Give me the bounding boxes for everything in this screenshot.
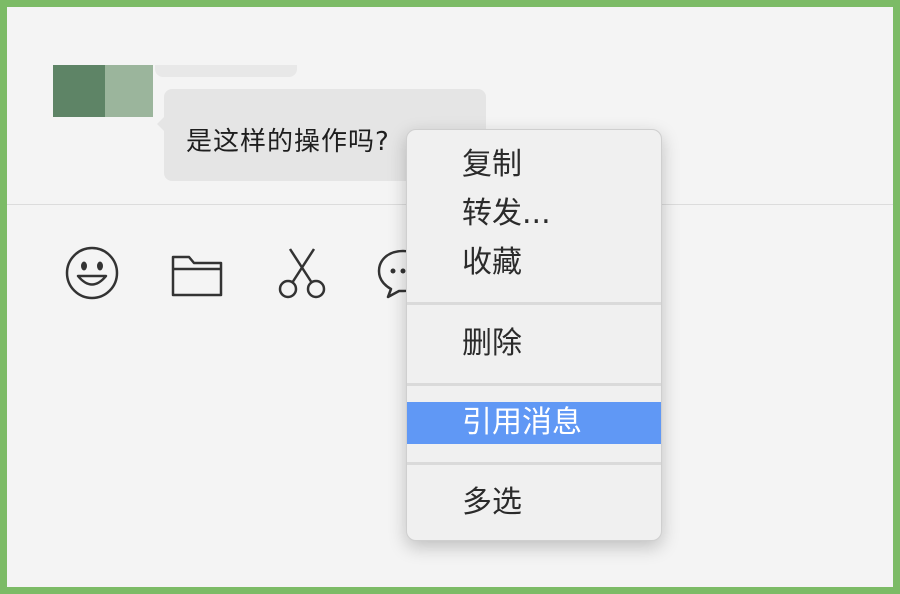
folder-icon[interactable] xyxy=(167,243,227,303)
avatar-block-dark xyxy=(53,65,105,117)
menu-item-label: 收藏 xyxy=(462,245,522,280)
menu-item-label: 删除 xyxy=(462,326,522,361)
emoji-icon[interactable] xyxy=(62,243,122,303)
avatar[interactable] xyxy=(53,65,153,117)
avatar-block-light xyxy=(105,65,153,117)
menu-item-quote-message[interactable]: 引用消息 xyxy=(407,402,661,444)
menu-item-label: 多选 xyxy=(462,485,522,520)
menu-item-label: 复制 xyxy=(462,147,522,182)
menu-separator xyxy=(407,462,661,465)
menu-item-favorite[interactable]: 收藏 xyxy=(407,242,661,284)
menu-separator xyxy=(407,383,661,386)
menu-item-label: 转发... xyxy=(462,196,551,231)
menu-item-label: 引用消息 xyxy=(462,405,582,440)
scissors-icon[interactable] xyxy=(272,243,332,303)
message-text: 是这样的操作吗? xyxy=(186,127,390,157)
sender-name-placeholder xyxy=(155,65,297,77)
menu-item-delete[interactable]: 删除 xyxy=(407,323,661,365)
menu-item-copy[interactable]: 复制 xyxy=(407,144,661,186)
menu-separator xyxy=(407,302,661,305)
menu-item-multi-select[interactable]: 多选 xyxy=(407,482,661,524)
menu-item-forward[interactable]: 转发... xyxy=(407,193,661,235)
context-menu: 复制 转发... 收藏 删除 引用消息 多选 xyxy=(406,129,662,541)
app-window: 是这样的操作吗? 复制 转发... 收藏 删除 引用消息 多选 xyxy=(7,7,893,587)
